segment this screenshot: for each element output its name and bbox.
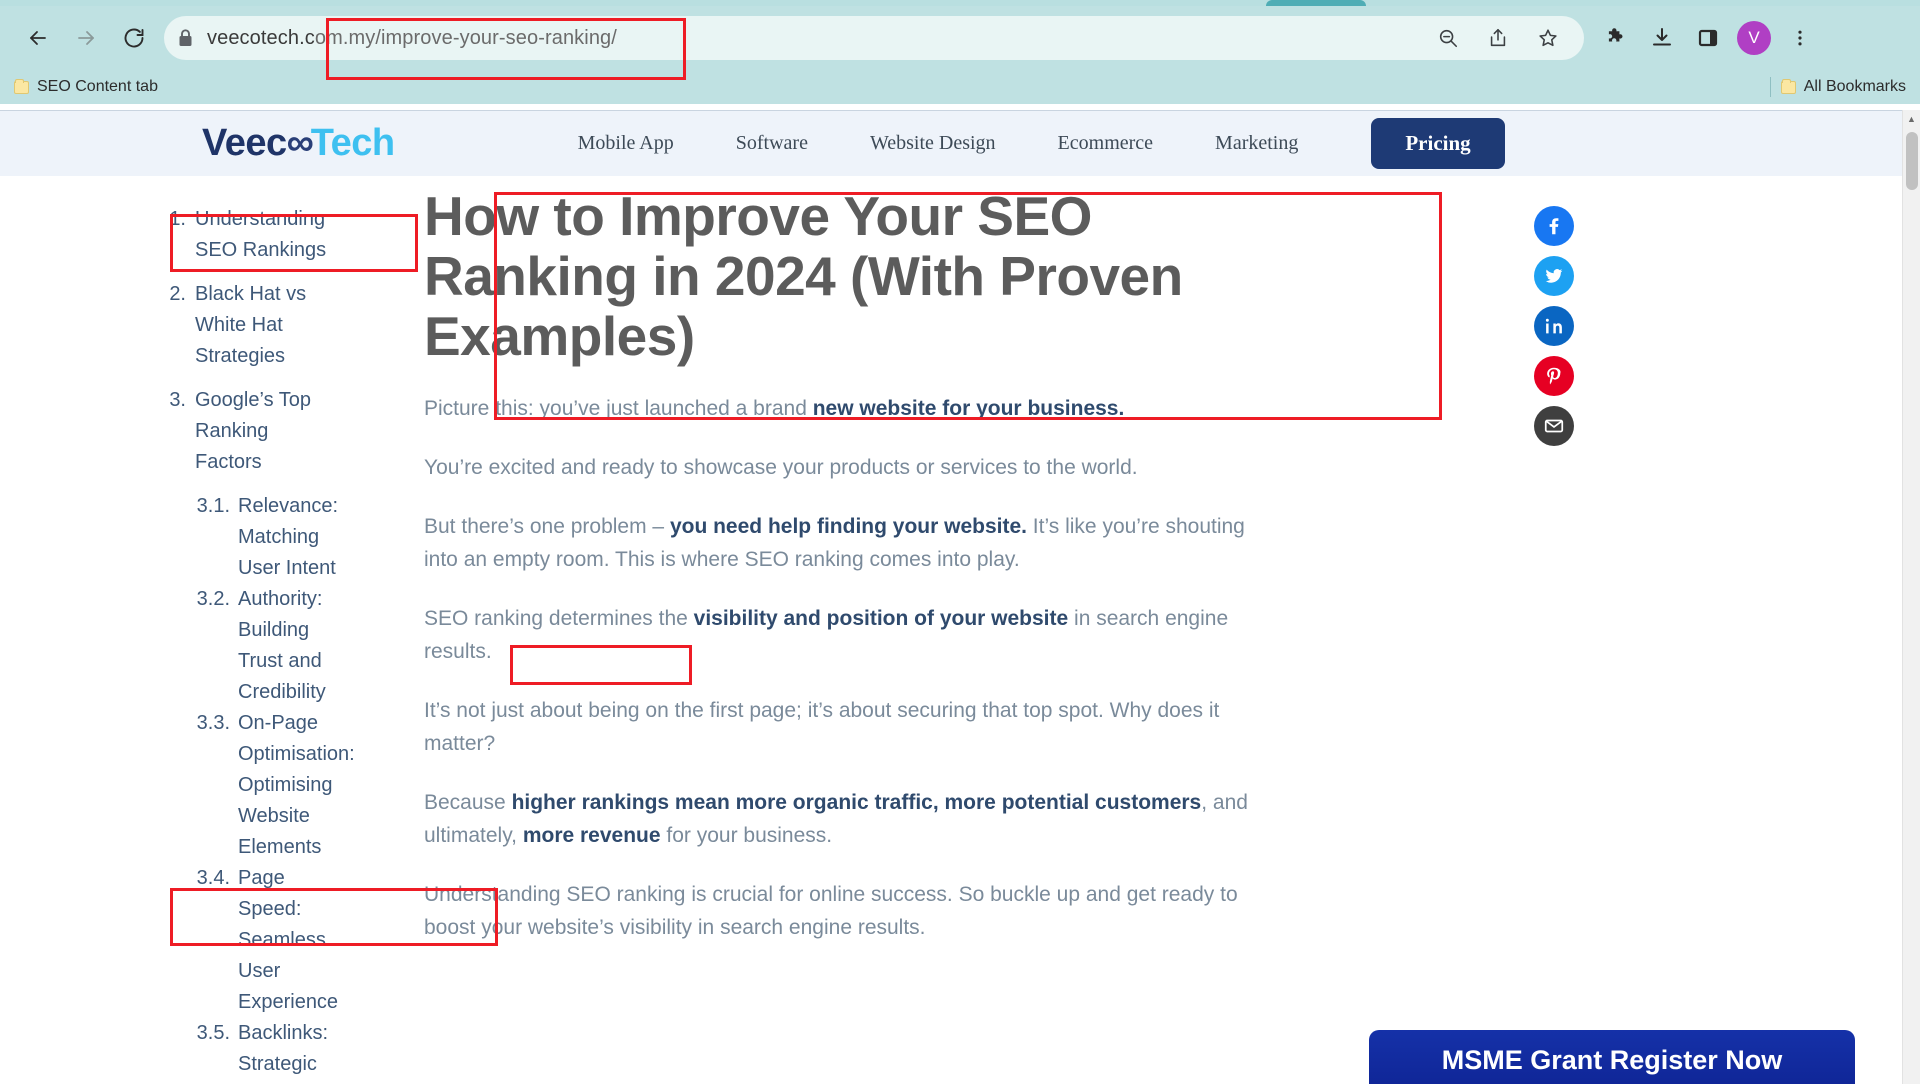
toc-sublist-3: 3.1. Relevance: Matching User Intent 3.2… [168,491,355,1084]
article-paragraph-3: But there’s one problem – you need help … [424,515,1245,571]
toc-label: Authority: Building Trust and Credibilit… [238,588,326,703]
article-paragraph-2: You’re excited and ready to showcase you… [424,456,1138,479]
toc-number: 3.2. [196,588,230,610]
browser-window: veecotech.com.my/improve-your-seo-rankin… [0,0,1920,1084]
all-bookmarks-button[interactable]: All Bookmarks [1780,78,1906,96]
zoom-out-icon[interactable] [1426,16,1470,60]
facebook-icon[interactable] [1534,206,1574,246]
site-header: Veec ∞ Tech Mobile App Software Website De… [0,110,1920,176]
scrollbar-thumb[interactable] [1906,132,1918,190]
toc-label: Black Hat vs White Hat Strategies [195,283,307,367]
page-body: 1. Understanding SEO Rankings 2. Black H… [0,176,1920,1084]
toc-item-3-3[interactable]: 3.3. On-Page Optimisation: Optimising We… [190,708,355,863]
toc-label: Google’s Top Ranking Factors [195,389,312,473]
table-of-contents: 1. Understanding SEO Rankings 2. Black H… [0,176,355,1084]
address-bar[interactable]: veecotech.com.my/improve-your-seo-rankin… [164,16,1584,60]
toc-number: 3.3. [196,712,230,734]
nav-item-ecommerce[interactable]: Ecommerce [1027,132,1185,155]
article-paragraph-1: Picture this: you’ve just launched a bra… [424,397,1125,420]
toc-number: 3.5. [196,1022,230,1044]
email-icon[interactable] [1534,406,1574,446]
toc-item-3-5[interactable]: 3.5. Backlinks: Strategic Backlinks for … [190,1018,330,1084]
scroll-up-arrow-icon[interactable]: ▲ [1903,110,1920,128]
toc-item-3-4[interactable]: 3.4. Page Speed: Seamless User Experienc… [190,863,338,1018]
msme-grant-cta-button[interactable]: MSME Grant Register Now [1369,1030,1855,1084]
site-logo[interactable]: Veec ∞ Tech [202,122,395,165]
divider [1769,77,1771,97]
toc-item-3[interactable]: 3. Google’s Top Ranking Factors [168,385,330,478]
site-navigation: Mobile App Software Website Design Ecomm… [547,132,1330,155]
avatar[interactable]: V [1732,16,1776,60]
nav-item-marketing[interactable]: Marketing [1184,132,1329,155]
reload-icon[interactable] [112,16,156,60]
toc-label: Understanding SEO Rankings [195,208,327,261]
toc-number: 2. [169,283,186,305]
article-paragraph-5: It’s not just about being on the first p… [424,699,1220,755]
toc-number: 3. [169,389,186,411]
browser-toolbar: veecotech.com.my/improve-your-seo-rankin… [0,6,1920,70]
back-arrow-icon[interactable] [16,16,60,60]
toc-number: 1. [169,208,186,230]
article-paragraph-7: Understanding SEO ranking is crucial for… [424,883,1238,939]
toc-item-3-2[interactable]: 3.2. Authority: Building Trust and Credi… [190,584,330,708]
article-paragraph-4: SEO ranking determines the visibility an… [424,607,1229,663]
bookmarks-bar: SEO Content tab All Bookmarks [0,70,1920,104]
twitter-icon[interactable] [1534,256,1574,296]
toc-item-2[interactable]: 2. Black Hat vs White Hat Strategies [168,279,330,372]
nav-item-website-design[interactable]: Website Design [839,132,1027,155]
nav-item-software[interactable]: Software [705,132,839,155]
pricing-button[interactable]: Pricing [1371,118,1505,169]
side-panel-icon[interactable] [1686,16,1730,60]
article: How to Improve Your SEO Ranking in 2024 … [330,176,1330,1084]
infinity-icon: ∞ [286,122,314,164]
download-icon[interactable] [1640,16,1684,60]
article-paragraph-6: Because higher rankings mean more organi… [424,791,1248,847]
page-viewport: Veec ∞ Tech Mobile App Software Website De… [0,110,1920,1084]
bookmark-label: SEO Content tab [37,78,158,95]
logo-text-secondary: Tech [310,122,395,164]
social-share-rail [1534,206,1574,446]
three-dot-menu-icon[interactable] [1778,16,1822,60]
star-icon[interactable] [1526,16,1570,60]
toc-number: 3.4. [196,867,230,889]
address-bar-url: veecotech.com.my/improve-your-seo-rankin… [207,26,617,49]
pinterest-icon[interactable] [1534,356,1574,396]
bookmark-item-seo-content-tab[interactable]: SEO Content tab [14,78,158,96]
toc-item-3-1[interactable]: 3.1. Relevance: Matching User Intent [190,491,338,584]
toc-item-1[interactable]: 1. Understanding SEO Rankings [168,204,330,266]
folder-icon [1780,78,1796,94]
page-scrollbar[interactable]: ▲ [1902,110,1920,1084]
toc-label: Page Speed: Seamless User Experience [238,867,339,1013]
puzzle-piece-icon[interactable] [1594,16,1638,60]
folder-icon [14,78,29,94]
forward-arrow-icon[interactable] [64,16,108,60]
all-bookmarks-label: All Bookmarks [1803,78,1906,95]
page-title: How to Improve Your SEO Ranking in 2024 … [424,185,1183,367]
lock-icon [178,29,193,47]
profile-initial: V [1737,21,1771,55]
toc-label: Backlinks: Strategic Backlinks for SEO [238,1022,329,1075]
toc-number: 3.1. [196,495,230,517]
linkedin-icon[interactable] [1534,306,1574,346]
toc-label: Relevance: Matching User Intent [238,495,339,579]
logo-text-primary: Veec [202,122,287,164]
nav-item-mobile-app[interactable]: Mobile App [547,132,705,155]
share-icon[interactable] [1476,16,1520,60]
